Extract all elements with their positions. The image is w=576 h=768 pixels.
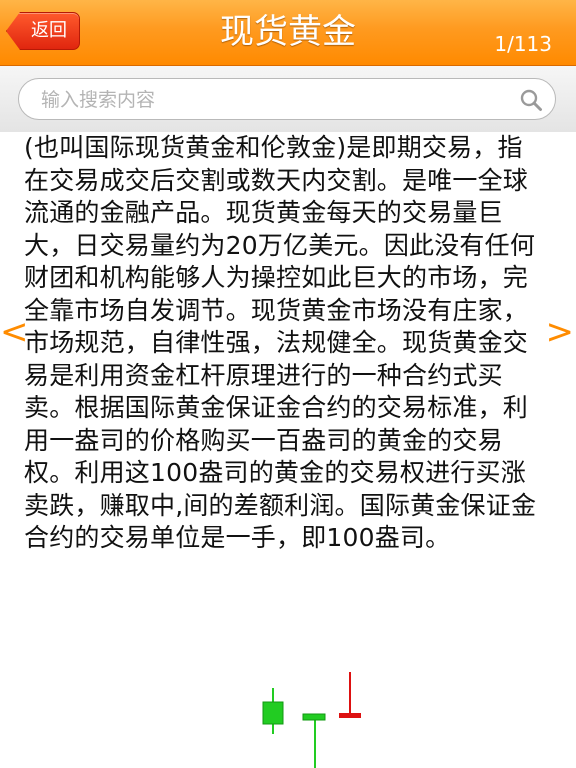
candlestick-chart-icon [262, 672, 361, 768]
page-title: 现货黄金 [220, 12, 356, 52]
search-input[interactable] [39, 79, 503, 121]
search-icon[interactable] [519, 88, 543, 112]
article-text: (也叫国际现货黄金和伦敦金)是即期交易，指在交易成交后交割或数天内交割。是唯一全… [24, 133, 537, 552]
next-page-arrow[interactable]: > [546, 312, 575, 352]
search-box [18, 78, 556, 121]
page-counter: 1/113 [494, 32, 552, 56]
header-bar: 返回 现货黄金 1/113 [0, 0, 576, 66]
search-bar [0, 66, 576, 132]
prev-page-arrow[interactable]: < [0, 312, 29, 352]
